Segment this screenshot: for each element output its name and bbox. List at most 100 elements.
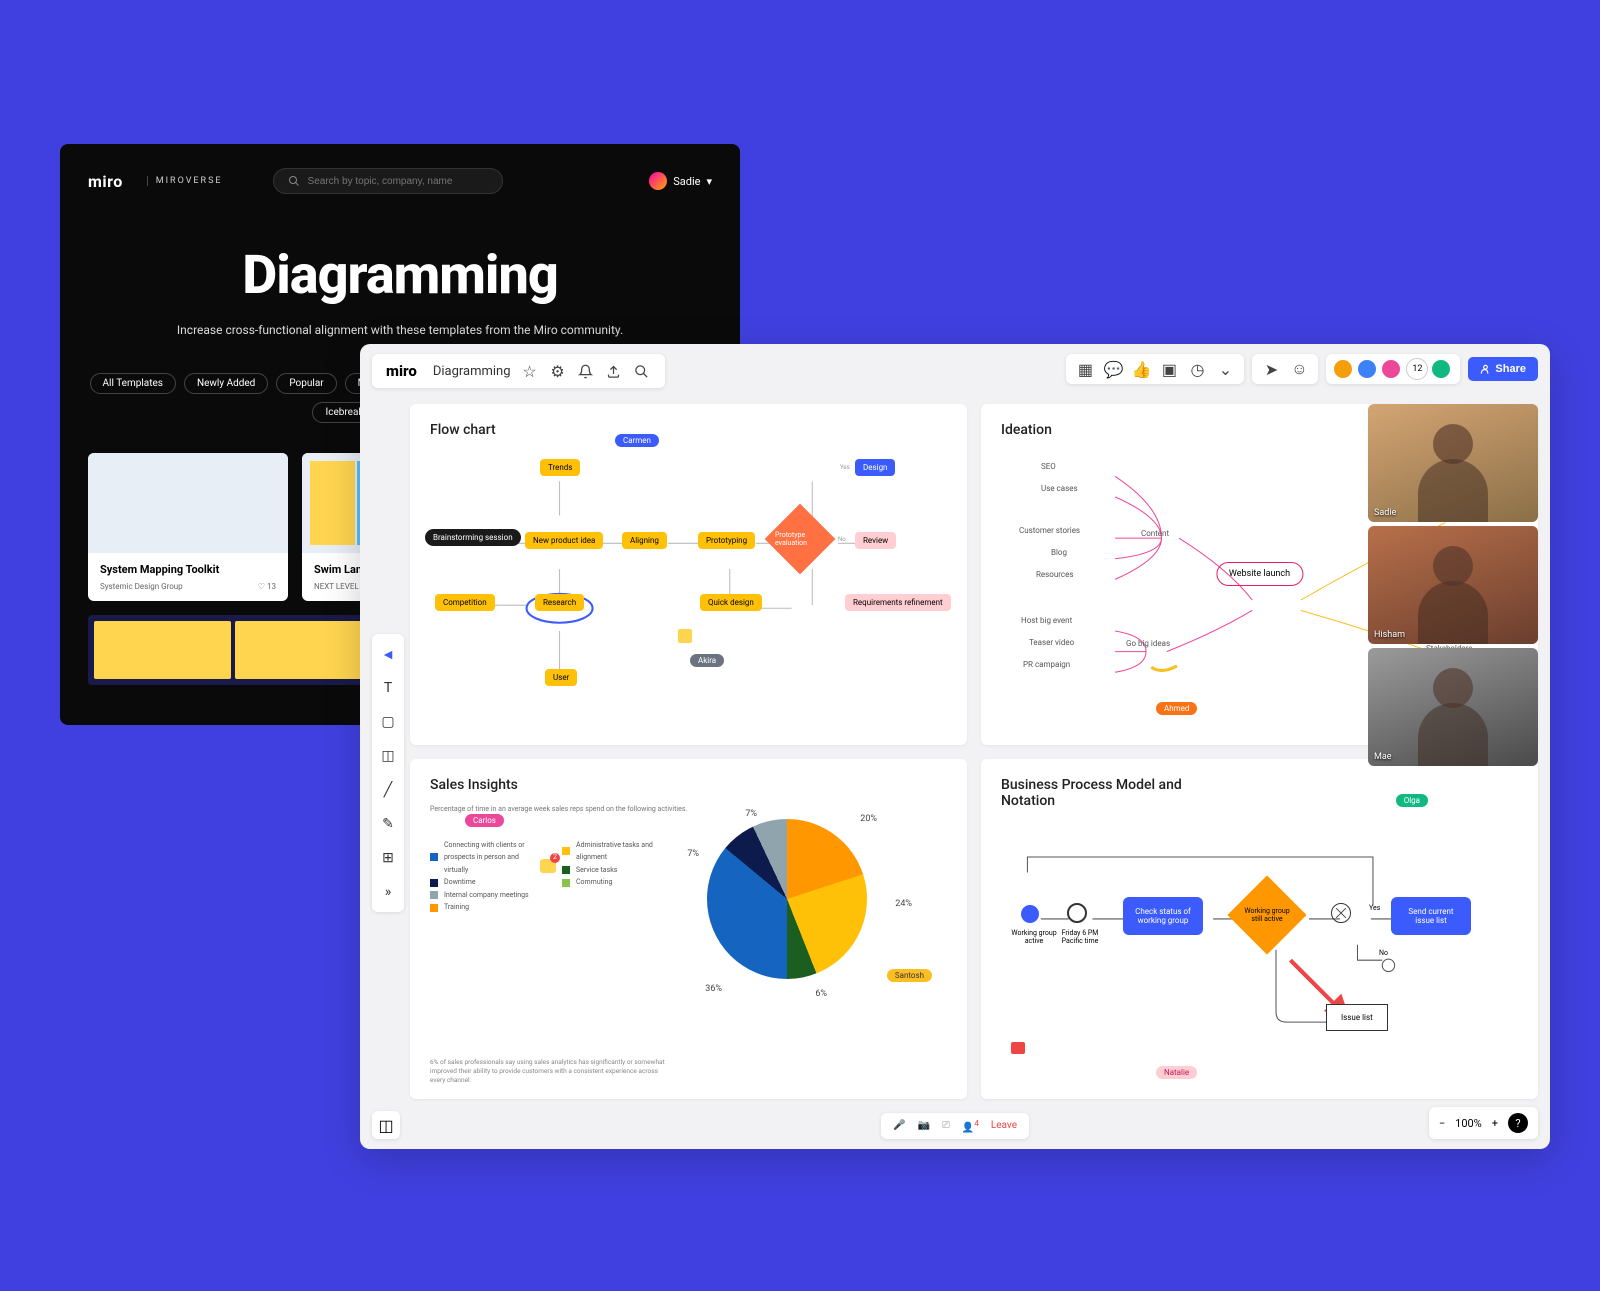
node-trends[interactable]: Trends: [540, 459, 580, 476]
panel-toggle[interactable]: ◫: [372, 1111, 400, 1139]
node-quickdesign[interactable]: Quick design: [700, 594, 762, 611]
star-icon[interactable]: ☆: [521, 362, 539, 380]
comment-icon[interactable]: 💬: [1104, 360, 1122, 378]
collaborator-avatars[interactable]: 12: [1326, 354, 1460, 384]
bpmn-start-event[interactable]: [1021, 905, 1039, 923]
node-review[interactable]: Review: [855, 532, 896, 549]
card-thumbnail: [88, 453, 288, 553]
category-chip[interactable]: Newly Added: [184, 373, 268, 394]
board-topbar: miro Diagramming ☆ ⚙: [372, 354, 665, 388]
frame-flowchart[interactable]: Flow chart Brainstorming session Trends …: [410, 404, 967, 745]
search-icon[interactable]: [633, 362, 651, 380]
line-tool[interactable]: ╱: [378, 780, 398, 800]
miroverse-wordmark: MIROVERSE: [147, 176, 223, 186]
bpmn-data-object[interactable]: Issue list: [1326, 1004, 1388, 1031]
present-icon[interactable]: ▣: [1160, 360, 1178, 378]
text-tool[interactable]: T: [378, 678, 398, 698]
mindmap-leaf[interactable]: Customer stories: [1019, 526, 1080, 535]
pie-label: 7%: [745, 809, 757, 819]
node-research[interactable]: Research: [535, 594, 584, 611]
call-controls: 🎤 📷 ⎚ 👤4 Leave: [881, 1113, 1029, 1139]
template-card[interactable]: System Mapping Toolkit Systemic Design G…: [88, 453, 288, 601]
search-icon: [288, 175, 300, 187]
comment-icon[interactable]: [678, 629, 692, 643]
mindmap-leaf[interactable]: Blog: [1051, 548, 1067, 557]
select-tool[interactable]: ◄: [378, 644, 398, 664]
settings-icon[interactable]: ⚙: [549, 362, 567, 380]
mindmap-hub[interactable]: Go big ideas: [1126, 639, 1170, 648]
bpmn-label: Working group active: [1009, 929, 1059, 945]
node-evaluation[interactable]: Prototype evaluation: [765, 504, 836, 575]
node-aligning[interactable]: Aligning: [622, 532, 667, 549]
video-tile[interactable]: Mae: [1368, 648, 1538, 766]
mindmap-center[interactable]: Website launch: [1216, 562, 1303, 586]
zoom-level[interactable]: 100%: [1455, 1117, 1482, 1130]
bpmn-end-event[interactable]: [1331, 903, 1351, 923]
video-panel: Sadie Hisham Mae: [1368, 404, 1538, 766]
search-input[interactable]: [308, 176, 488, 187]
edge-label-no: No: [1379, 949, 1388, 957]
pie-chart[interactable]: [707, 819, 867, 979]
frame-sales-insights[interactable]: Sales Insights Percentage of time in an …: [410, 759, 967, 1100]
mindmap-leaf[interactable]: Resources: [1036, 570, 1073, 579]
export-icon[interactable]: [605, 362, 623, 380]
frame-tool[interactable]: ⊞: [378, 848, 398, 868]
note-icon[interactable]: ▦: [1076, 360, 1094, 378]
frame-title: Business Process Model and Notation: [1001, 777, 1201, 809]
user-menu[interactable]: Sadie ▾: [649, 172, 712, 190]
screenshare-icon[interactable]: ⎚: [942, 1120, 950, 1131]
camera-icon[interactable]: 📷: [917, 1120, 929, 1131]
mindmap-leaf[interactable]: SEO: [1041, 462, 1056, 471]
shape-tool[interactable]: ◫: [378, 746, 398, 766]
category-chip[interactable]: Popular: [276, 373, 336, 394]
page-title: Diagramming: [88, 244, 712, 307]
mindmap-leaf[interactable]: Use cases: [1041, 484, 1078, 493]
frame-bpmn[interactable]: Business Process Model and Notation Work…: [981, 759, 1538, 1100]
reactions-icon[interactable]: ☺: [1290, 360, 1308, 378]
avatar-count: 12: [1406, 358, 1428, 380]
participants-icon[interactable]: 👤4: [962, 1119, 979, 1133]
comment-icon[interactable]: [1011, 1042, 1025, 1054]
zoom-out-button[interactable]: −: [1439, 1117, 1445, 1130]
bell-icon[interactable]: [577, 362, 595, 380]
more-tools[interactable]: »: [378, 882, 398, 902]
chevron-down-icon[interactable]: ⌄: [1216, 360, 1234, 378]
timer-icon[interactable]: ◷: [1188, 360, 1206, 378]
video-tile[interactable]: Sadie: [1368, 404, 1538, 522]
bpmn-gateway[interactable]: Working group still active: [1227, 875, 1306, 954]
mic-icon[interactable]: 🎤: [893, 1120, 905, 1131]
cursor-icon[interactable]: ➤: [1262, 360, 1280, 378]
board-name[interactable]: Diagramming: [433, 364, 511, 379]
node-refine[interactable]: Requirements refinement: [845, 594, 951, 611]
node-brainstorm[interactable]: Brainstorming session: [425, 529, 521, 546]
card-title: System Mapping Toolkit: [100, 563, 276, 576]
mindmap-hub[interactable]: Content: [1141, 529, 1169, 538]
mindmap-leaf[interactable]: Host big event: [1021, 616, 1072, 625]
frame-title: Flow chart: [430, 422, 947, 438]
chart-footnote: 6% of sales professionals say using sale…: [430, 1058, 670, 1085]
leave-button[interactable]: Leave: [991, 1120, 1017, 1131]
pen-tool[interactable]: ✎: [378, 814, 398, 834]
card-author: NEXT LEVEL: [314, 582, 359, 591]
mindmap-leaf[interactable]: Teaser video: [1029, 638, 1074, 647]
miro-logo[interactable]: miro: [386, 362, 417, 380]
share-button[interactable]: Share: [1468, 357, 1538, 381]
node-design[interactable]: Design: [855, 459, 895, 476]
node-idea[interactable]: New product idea: [525, 532, 603, 549]
mindmap-leaf[interactable]: PR campaign: [1023, 660, 1070, 669]
search-bar[interactable]: [273, 168, 503, 194]
node-competition[interactable]: Competition: [435, 594, 495, 611]
node-user[interactable]: User: [545, 669, 577, 686]
bpmn-task[interactable]: Check status of working group: [1123, 897, 1203, 935]
category-chip[interactable]: All Templates: [90, 373, 176, 394]
bpmn-task-send[interactable]: Send current issue list: [1391, 897, 1471, 935]
comment-icon[interactable]: 2: [540, 859, 556, 873]
zoom-in-button[interactable]: +: [1492, 1117, 1498, 1130]
help-button[interactable]: ?: [1508, 1113, 1528, 1133]
node-prototyping[interactable]: Prototyping: [698, 532, 755, 549]
video-tile[interactable]: Hisham: [1368, 526, 1538, 644]
sticky-note-tool[interactable]: ▢: [378, 712, 398, 732]
collab-tools: ▦ 💬 👍 ▣ ◷ ⌄: [1066, 354, 1244, 384]
bpmn-timer-event[interactable]: [1067, 903, 1087, 923]
thumbs-up-icon[interactable]: 👍: [1132, 360, 1150, 378]
